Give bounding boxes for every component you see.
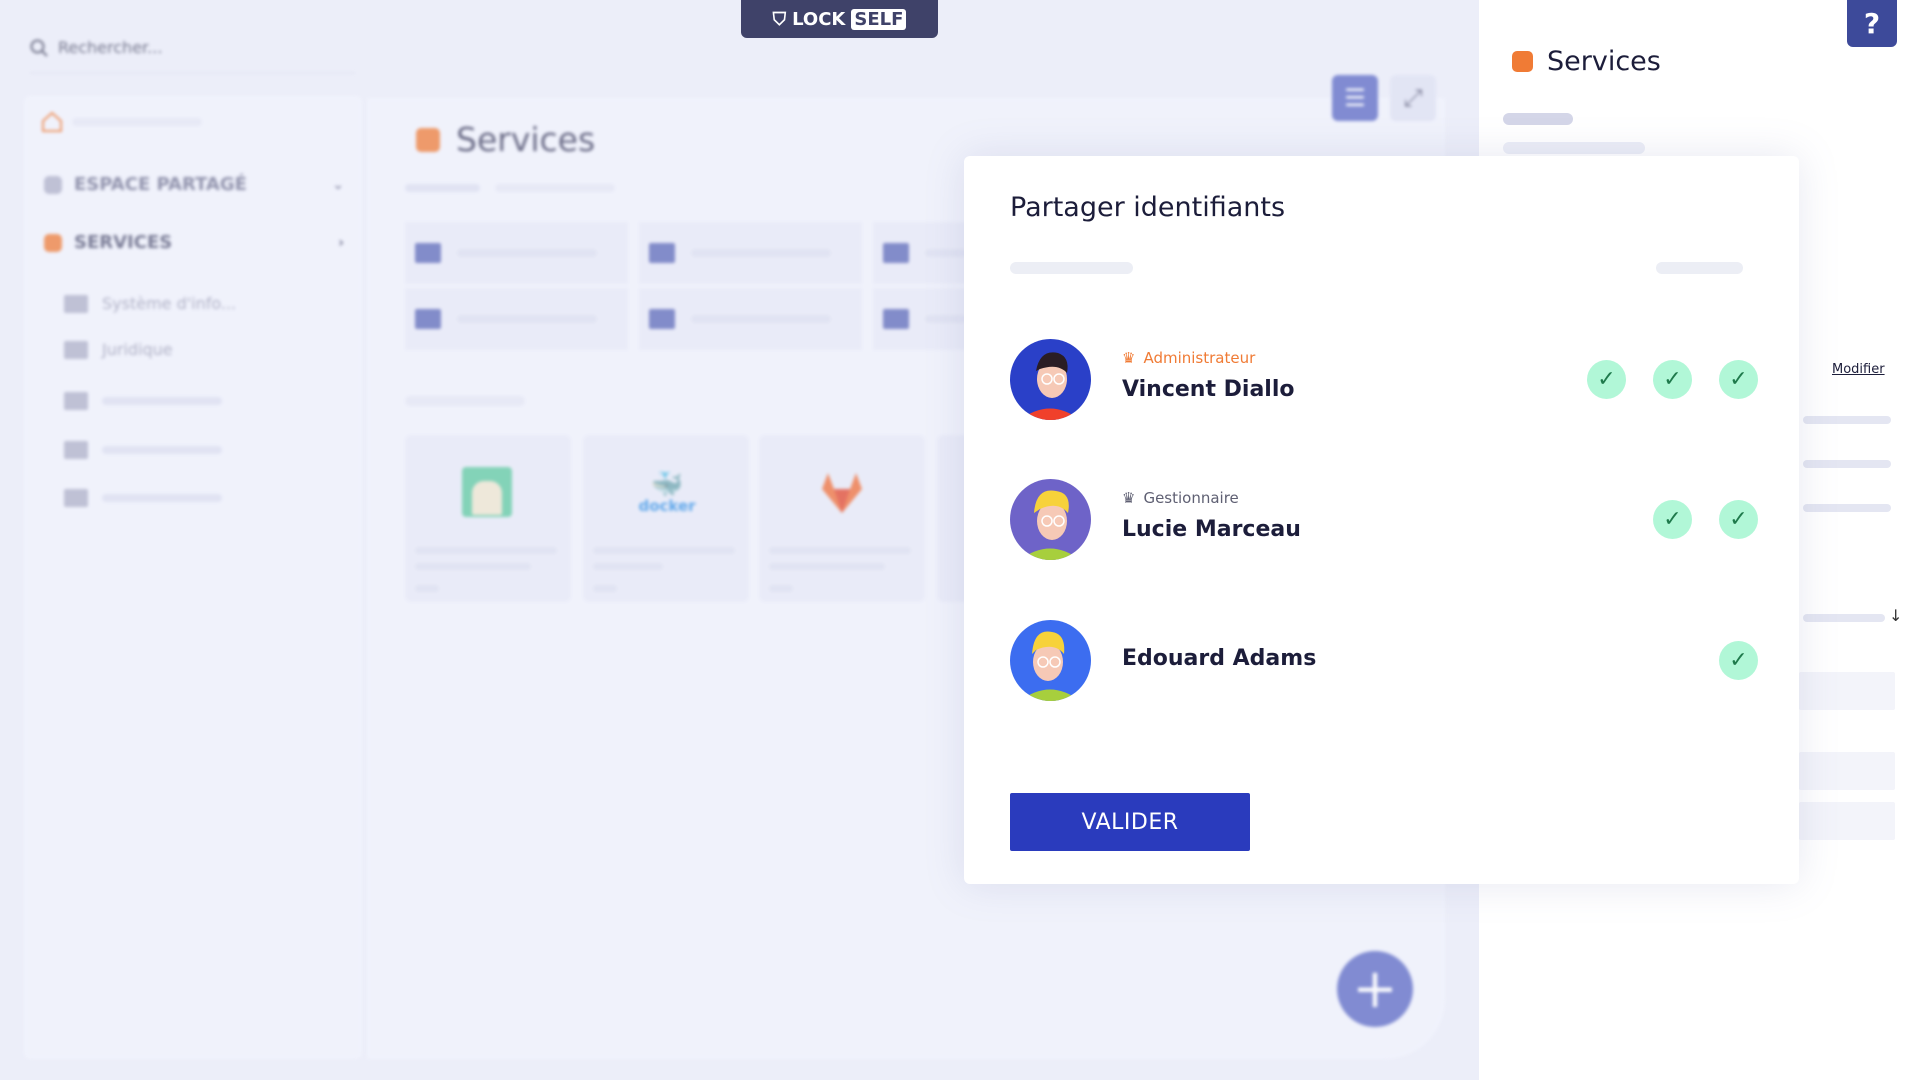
validate-button[interactable]: VALIDER — [1010, 793, 1250, 851]
check-icon: ✓ — [1597, 367, 1616, 392]
crown-icon: ♛ — [1122, 349, 1136, 367]
chevron-right-icon: › — [338, 234, 344, 251]
gitlab-logo-icon — [822, 473, 862, 513]
services-badge-icon — [44, 233, 62, 252]
sidebar-subitem[interactable]: Juridique — [64, 340, 173, 359]
permission-check[interactable]: ✓ — [1587, 360, 1626, 399]
check-icon: ✓ — [1663, 507, 1682, 532]
app-logo-icon — [462, 467, 512, 517]
role-text: Administrateur — [1143, 349, 1256, 367]
app-card[interactable] — [405, 435, 571, 602]
logo-text-self: SELF — [851, 8, 907, 30]
list-view-button[interactable]: ☰ — [1332, 75, 1378, 121]
folder-icon — [649, 309, 675, 329]
plus-icon: + — [1352, 957, 1398, 1020]
chevron-down-icon: ⌄ — [332, 176, 344, 193]
logo-text: LOCK — [792, 8, 846, 30]
avatar — [1010, 620, 1091, 701]
arrow-down-icon[interactable]: ↓ — [1889, 606, 1902, 625]
list-icon: ☰ — [1344, 84, 1366, 112]
user-name: Edouard Adams — [1122, 646, 1317, 671]
subitem-label: Juridique — [102, 340, 173, 359]
role-text: Gestionnaire — [1143, 489, 1239, 507]
user-name: Vincent Diallo — [1122, 377, 1295, 402]
search-underline — [30, 72, 355, 74]
expand-button[interactable]: ⤢ — [1390, 75, 1436, 121]
subitem-label: Système d'info... — [102, 294, 237, 313]
folder-icon — [883, 243, 909, 263]
permission-check[interactable]: ✓ — [1653, 360, 1692, 399]
folder-tile[interactable] — [405, 222, 628, 284]
search-placeholder: Rechercher... — [58, 38, 163, 57]
user-row: ♛ Administrateur Vincent Diallo ✓ ✓ ✓ — [1010, 339, 1758, 421]
folder-icon — [883, 309, 909, 329]
sidebar-item-services[interactable]: SERVICES › — [44, 232, 344, 253]
permission-check[interactable]: ✓ — [1719, 641, 1758, 680]
permission-check[interactable]: ✓ — [1719, 500, 1758, 539]
shield-icon: ⛉ — [772, 8, 787, 30]
role-label: ♛ Gestionnaire — [1122, 489, 1239, 507]
app-card[interactable]: 🐳 docker — [583, 435, 749, 602]
main-title: Services — [416, 120, 595, 159]
main-title-text: Services — [456, 120, 596, 159]
user-name: Lucie Marceau — [1122, 517, 1301, 542]
folder-icon — [415, 243, 441, 263]
folder-badge-icon — [44, 175, 62, 194]
role-label: ♛ Administrateur — [1122, 349, 1255, 367]
avatar — [1010, 339, 1091, 420]
check-icon: ✓ — [1663, 367, 1682, 392]
folder-icon — [64, 392, 88, 410]
folder-tile[interactable] — [639, 222, 862, 284]
add-button[interactable]: + — [1337, 951, 1413, 1027]
user-row: Edouard Adams ✓ — [1010, 620, 1758, 702]
permission-check[interactable]: ✓ — [1719, 360, 1758, 399]
help-button[interactable]: ? — [1847, 0, 1897, 47]
permission-check[interactable]: ✓ — [1653, 500, 1692, 539]
folder-tile[interactable] — [405, 288, 628, 350]
expand-icon: ⤢ — [1403, 84, 1423, 112]
help-question-icon: ? — [1863, 7, 1881, 40]
avatar — [1010, 479, 1091, 560]
services-icon — [416, 127, 440, 152]
docker-logo: 🐳 docker — [638, 470, 696, 515]
crown-icon: ♛ — [1122, 489, 1136, 507]
folder-icon — [64, 340, 88, 359]
right-panel-title: Services — [1512, 46, 1661, 77]
folder-tile[interactable] — [639, 288, 862, 350]
folder-icon — [64, 441, 88, 459]
sidebar-subitem[interactable] — [64, 489, 222, 507]
sidebar-item-label: ESPACE PARTAGÉ — [74, 174, 247, 195]
right-title-text: Services — [1547, 46, 1661, 77]
sidebar-subitem[interactable] — [64, 441, 222, 459]
folder-icon — [64, 489, 88, 507]
home-icon[interactable] — [40, 110, 64, 134]
user-row: ♛ Gestionnaire Lucie Marceau ✓ ✓ — [1010, 479, 1758, 561]
folder-icon — [649, 243, 675, 263]
folder-icon — [415, 309, 441, 329]
search-icon — [30, 39, 48, 57]
app-card[interactable] — [759, 435, 925, 602]
share-credentials-modal: Partager identifiants ♛ Administrateur Vi… — [964, 156, 1799, 884]
check-icon: ✓ — [1729, 648, 1748, 673]
folder-icon — [64, 294, 88, 313]
search-field[interactable]: Rechercher... — [30, 38, 162, 57]
sidebar-item-label: SERVICES — [74, 232, 173, 253]
check-icon: ✓ — [1729, 367, 1748, 392]
check-icon: ✓ — [1729, 507, 1748, 532]
modify-link[interactable]: Modifier — [1832, 362, 1885, 377]
modal-title: Partager identifiants — [1010, 192, 1286, 223]
sidebar-item-espace-partage[interactable]: ESPACE PARTAGÉ ⌄ — [44, 174, 344, 195]
sidebar-subitem[interactable] — [64, 392, 222, 410]
services-icon — [1512, 51, 1533, 72]
app-name: docker — [638, 497, 696, 515]
lockself-logo: ⛉ LOCK SELF — [741, 0, 938, 38]
sidebar-subitem[interactable]: Système d'info... — [64, 294, 236, 313]
sidebar: ESPACE PARTAGÉ ⌄ SERVICES › Système d'in… — [24, 96, 362, 1059]
